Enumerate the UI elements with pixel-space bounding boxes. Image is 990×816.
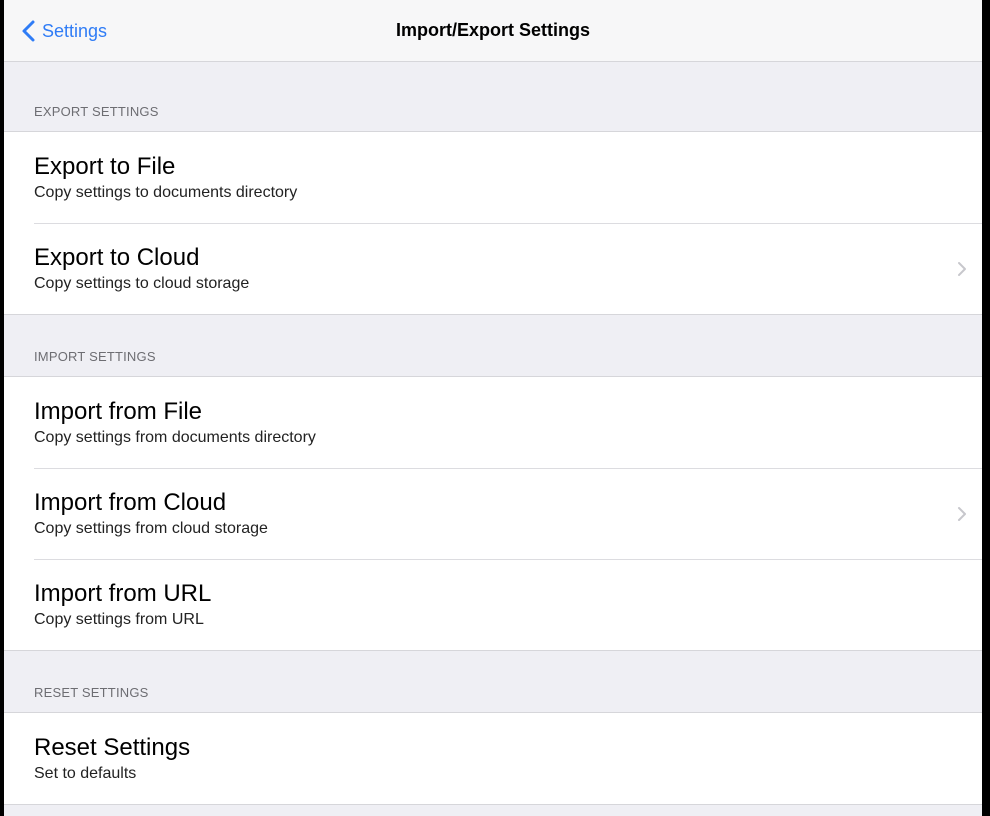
row-subtitle: Copy settings from documents directory [34, 429, 316, 446]
import-from-cloud-row[interactable]: Import from Cloud Copy settings from clo… [4, 468, 982, 559]
export-to-file-row[interactable]: Export to File Copy settings to document… [4, 132, 982, 223]
export-settings-group: Export to File Copy settings to document… [4, 132, 982, 315]
row-subtitle: Copy settings to documents directory [34, 184, 298, 201]
row-subtitle: Copy settings to cloud storage [34, 275, 250, 292]
row-subtitle: Set to defaults [34, 765, 137, 782]
row-title: Import from File [34, 398, 203, 425]
chevron-right-icon [958, 507, 966, 521]
reset-settings-row[interactable]: Reset Settings Set to defaults [4, 713, 982, 804]
settings-screen: Settings Import/Export Settings EXPORT S… [4, 0, 982, 816]
row-title: Import from URL [34, 580, 212, 607]
export-to-cloud-row[interactable]: Export to Cloud Copy settings to cloud s… [4, 223, 982, 314]
row-title: Reset Settings [34, 734, 191, 761]
row-subtitle: Copy settings from URL [34, 611, 204, 628]
row-title: Export to Cloud [34, 244, 200, 271]
section-header-import: IMPORT SETTINGS [4, 315, 982, 377]
import-settings-group: Import from File Copy settings from docu… [4, 377, 982, 651]
section-header-reset: RESET SETTINGS [4, 651, 982, 713]
import-from-file-row[interactable]: Import from File Copy settings from docu… [4, 377, 982, 468]
section-header-export: EXPORT SETTINGS [4, 62, 982, 132]
navigation-bar: Settings Import/Export Settings [4, 0, 982, 62]
row-subtitle: Copy settings from cloud storage [34, 520, 268, 537]
row-title: Import from Cloud [34, 489, 227, 516]
import-from-url-row[interactable]: Import from URL Copy settings from URL [4, 559, 982, 650]
chevron-right-icon [958, 262, 966, 276]
page-title: Import/Export Settings [395, 20, 590, 40]
reset-settings-group: Reset Settings Set to defaults [4, 713, 982, 805]
row-title: Export to File [34, 153, 176, 180]
